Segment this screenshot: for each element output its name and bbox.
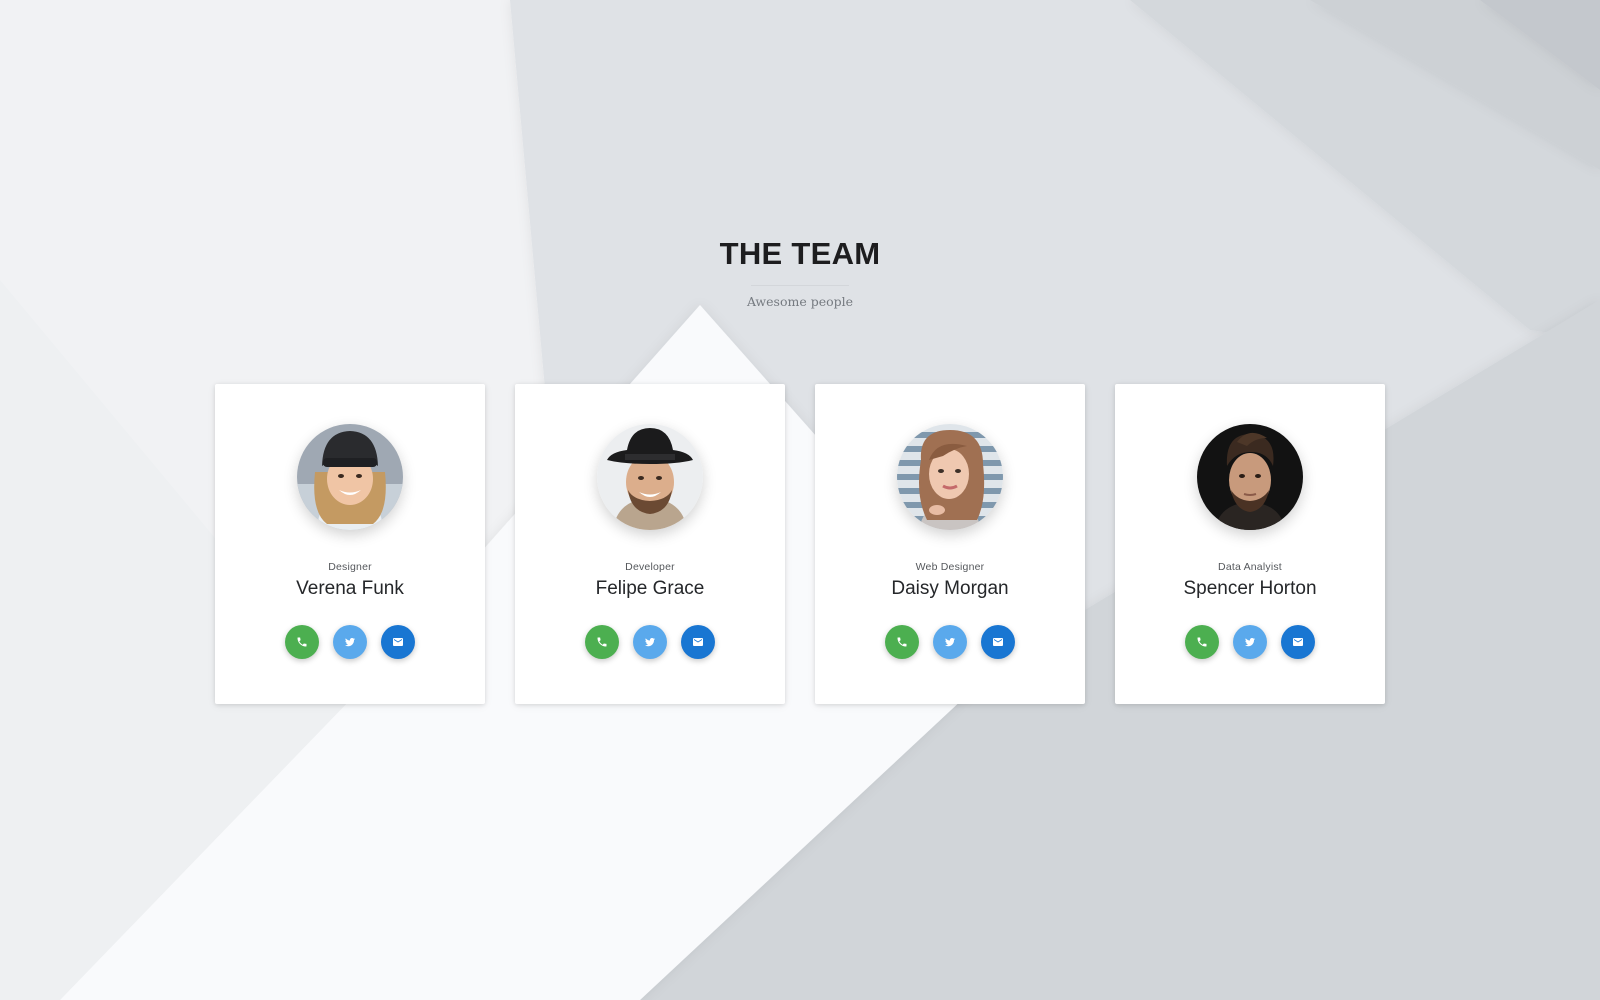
man-black-hat-smiling-photo xyxy=(597,424,703,530)
twitter-button[interactable] xyxy=(933,625,967,659)
email-icon xyxy=(693,638,703,646)
phone-icon xyxy=(297,637,307,647)
section-header: THE TEAM Awesome people xyxy=(0,232,1600,309)
email-icon xyxy=(393,638,403,646)
man-dark-hair-dark-background-photo xyxy=(1197,424,1303,530)
twitter-icon xyxy=(1245,638,1255,647)
social-buttons xyxy=(815,625,1085,659)
team-card: Developer Felipe Grace xyxy=(515,384,785,704)
team-cards: Designer Verena Funk Developer Felipe Gr… xyxy=(215,384,1385,704)
phone-icon xyxy=(597,637,607,647)
page-subtitle: Awesome people xyxy=(746,294,854,309)
woman-black-beanie-smiling-photo xyxy=(297,424,403,530)
member-role: Developer xyxy=(625,561,675,573)
member-name: Verena Funk xyxy=(296,578,404,599)
social-buttons xyxy=(215,625,485,659)
team-card: Data Analyist Spencer Horton xyxy=(1115,384,1385,704)
member-name: Daisy Morgan xyxy=(891,578,1009,599)
avatar xyxy=(597,424,703,530)
twitter-button[interactable] xyxy=(633,625,667,659)
member-role: Data Analyist xyxy=(1218,561,1282,573)
member-role: Designer xyxy=(328,561,372,573)
twitter-button[interactable] xyxy=(1233,625,1267,659)
email-button[interactable] xyxy=(381,625,415,659)
twitter-button[interactable] xyxy=(333,625,367,659)
email-button[interactable] xyxy=(1281,625,1315,659)
phone-icon xyxy=(1197,637,1207,647)
email-icon xyxy=(1293,638,1303,646)
page-title: THE TEAM xyxy=(719,236,881,271)
title-divider xyxy=(751,285,849,286)
phone-button[interactable] xyxy=(285,625,319,659)
avatar xyxy=(1197,424,1303,530)
woman-blonde-striped-background-photo xyxy=(897,424,1003,530)
phone-icon xyxy=(897,637,907,647)
email-button[interactable] xyxy=(681,625,715,659)
twitter-icon xyxy=(945,638,955,647)
phone-button[interactable] xyxy=(585,625,619,659)
team-card: Web Designer Daisy Morgan xyxy=(815,384,1085,704)
member-name: Felipe Grace xyxy=(595,578,705,599)
social-buttons xyxy=(1115,625,1385,659)
twitter-icon xyxy=(345,638,355,647)
email-icon xyxy=(993,638,1003,646)
member-name: Spencer Horton xyxy=(1183,578,1317,599)
phone-button[interactable] xyxy=(1185,625,1219,659)
email-button[interactable] xyxy=(981,625,1015,659)
team-card: Designer Verena Funk xyxy=(215,384,485,704)
member-role: Web Designer xyxy=(915,561,985,573)
twitter-icon xyxy=(645,638,655,647)
avatar xyxy=(897,424,1003,530)
avatar xyxy=(297,424,403,530)
social-buttons xyxy=(515,625,785,659)
phone-button[interactable] xyxy=(885,625,919,659)
